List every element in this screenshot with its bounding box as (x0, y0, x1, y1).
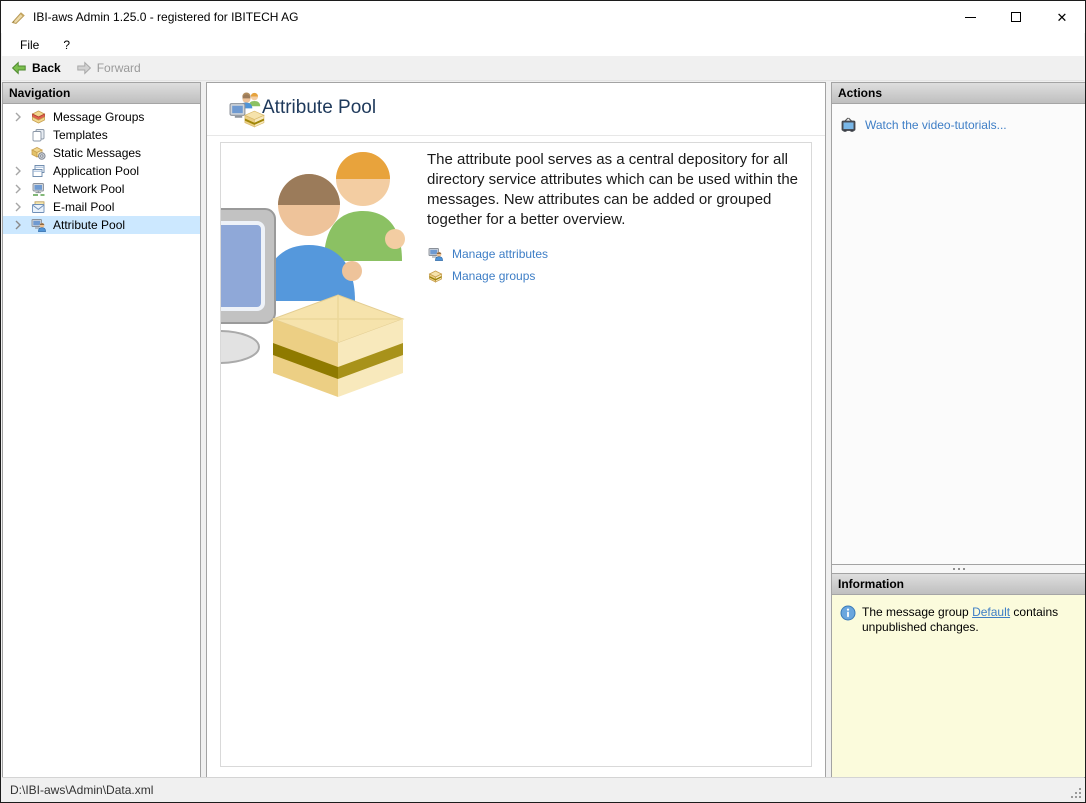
navigation-tree: Message Groups Templates (3, 104, 200, 234)
info-text-before: The message group (862, 605, 972, 619)
forward-button[interactable]: Forward (70, 58, 147, 78)
information-panel: Information The message group Default co… (831, 573, 1086, 778)
nav-item-email-pool[interactable]: E-mail Pool (3, 198, 200, 216)
info-icon (840, 605, 856, 621)
expand-chevron-icon[interactable] (10, 182, 25, 196)
manage-groups-link[interactable]: Manage groups (452, 269, 535, 283)
video-tutorials-row: Watch the video-tutorials... (840, 114, 1077, 136)
chevron-spacer (10, 128, 25, 142)
manage-attributes-link[interactable]: Manage attributes (452, 247, 548, 261)
panel-splitter[interactable] (831, 565, 1086, 573)
back-button[interactable]: Back (5, 58, 67, 78)
manage-attributes-icon (427, 246, 444, 262)
expand-chevron-icon[interactable] (10, 200, 25, 214)
manage-links: Manage attributes Manage groups (427, 243, 548, 287)
tv-icon (840, 117, 857, 133)
nav-item-attribute-pool[interactable]: Attribute Pool (3, 216, 200, 234)
splitter-dot (953, 568, 955, 570)
templates-icon (30, 127, 47, 143)
navigation-panel: Navigation Message Groups T (2, 82, 201, 778)
data-file-path: D:\IBI-aws\Admin\Data.xml (10, 783, 153, 797)
attribute-pool-header-icon (229, 92, 265, 128)
network-pool-icon (30, 181, 47, 197)
nav-item-message-groups[interactable]: Message Groups (3, 108, 200, 126)
maximize-button[interactable] (993, 1, 1039, 33)
expand-chevron-icon[interactable] (10, 218, 25, 232)
close-icon: ✕ (1057, 11, 1068, 24)
nav-item-label: Attribute Pool (53, 218, 125, 232)
message-groups-icon (30, 109, 47, 125)
email-pool-icon (30, 199, 47, 215)
information-message: The message group Default contains unpub… (862, 605, 1062, 635)
pool-description: The attribute pool serves as a central d… (427, 150, 799, 230)
default-group-link[interactable]: Default (972, 605, 1010, 619)
nav-item-label: Templates (53, 128, 108, 142)
nav-item-label: Static Messages (53, 146, 141, 160)
menu-help[interactable]: ? (54, 35, 79, 55)
nav-item-static-messages[interactable]: Static Messages (3, 144, 200, 162)
title-bar: IBI-aws Admin 1.25.0 - registered for IB… (1, 1, 1085, 33)
actions-header: Actions (832, 83, 1085, 104)
nav-item-application-pool[interactable]: Application Pool (3, 162, 200, 180)
watch-video-tutorials-link[interactable]: Watch the video-tutorials... (865, 118, 1007, 132)
nav-item-label: E-mail Pool (53, 200, 114, 214)
static-messages-icon (30, 145, 47, 161)
toolbar: Back Forward (2, 56, 1084, 81)
chevron-spacer (10, 146, 25, 160)
application-pool-icon (30, 163, 47, 179)
actions-panel: Actions Watch the video-tutorials... (831, 82, 1086, 565)
minimize-button[interactable] (947, 1, 993, 33)
splitter-dot (958, 568, 960, 570)
close-button[interactable]: ✕ (1039, 1, 1085, 33)
page-title: Attribute Pool (262, 97, 376, 119)
nav-item-label: Message Groups (53, 110, 144, 124)
back-label: Back (32, 61, 61, 75)
manage-groups-icon (427, 268, 444, 284)
navigation-header: Navigation (3, 83, 200, 104)
nav-item-templates[interactable]: Templates (3, 126, 200, 144)
nav-item-label: Network Pool (53, 182, 124, 196)
minimize-icon (965, 17, 976, 18)
app-icon (10, 9, 27, 26)
nav-item-label: Application Pool (53, 164, 139, 178)
menu-bar: File ? (2, 33, 1084, 56)
window-title: IBI-aws Admin 1.25.0 - registered for IB… (33, 10, 298, 24)
main-content-panel: Attribute Pool (206, 82, 826, 778)
splitter-dot (963, 568, 965, 570)
page-header: Attribute Pool (207, 83, 825, 136)
manage-attributes-row: Manage attributes (427, 243, 548, 265)
resize-grip[interactable] (1069, 786, 1081, 798)
information-header: Information (832, 574, 1085, 595)
manage-groups-row: Manage groups (427, 265, 548, 287)
right-panel: Actions Watch the video-tutorials... (831, 82, 1086, 778)
forward-arrow-icon (76, 60, 92, 76)
maximize-icon (1011, 12, 1021, 22)
nav-item-network-pool[interactable]: Network Pool (3, 180, 200, 198)
menu-file[interactable]: File (11, 35, 48, 55)
status-bar: D:\IBI-aws\Admin\Data.xml (2, 777, 1084, 801)
attribute-pool-icon (30, 217, 47, 233)
expand-chevron-icon[interactable] (10, 110, 25, 124)
attribute-pool-illustration (221, 147, 421, 399)
content-card: The attribute pool serves as a central d… (220, 142, 812, 767)
back-arrow-icon (11, 60, 27, 76)
expand-chevron-icon[interactable] (10, 164, 25, 178)
app-window: IBI-aws Admin 1.25.0 - registered for IB… (0, 0, 1086, 803)
forward-label: Forward (97, 61, 141, 75)
